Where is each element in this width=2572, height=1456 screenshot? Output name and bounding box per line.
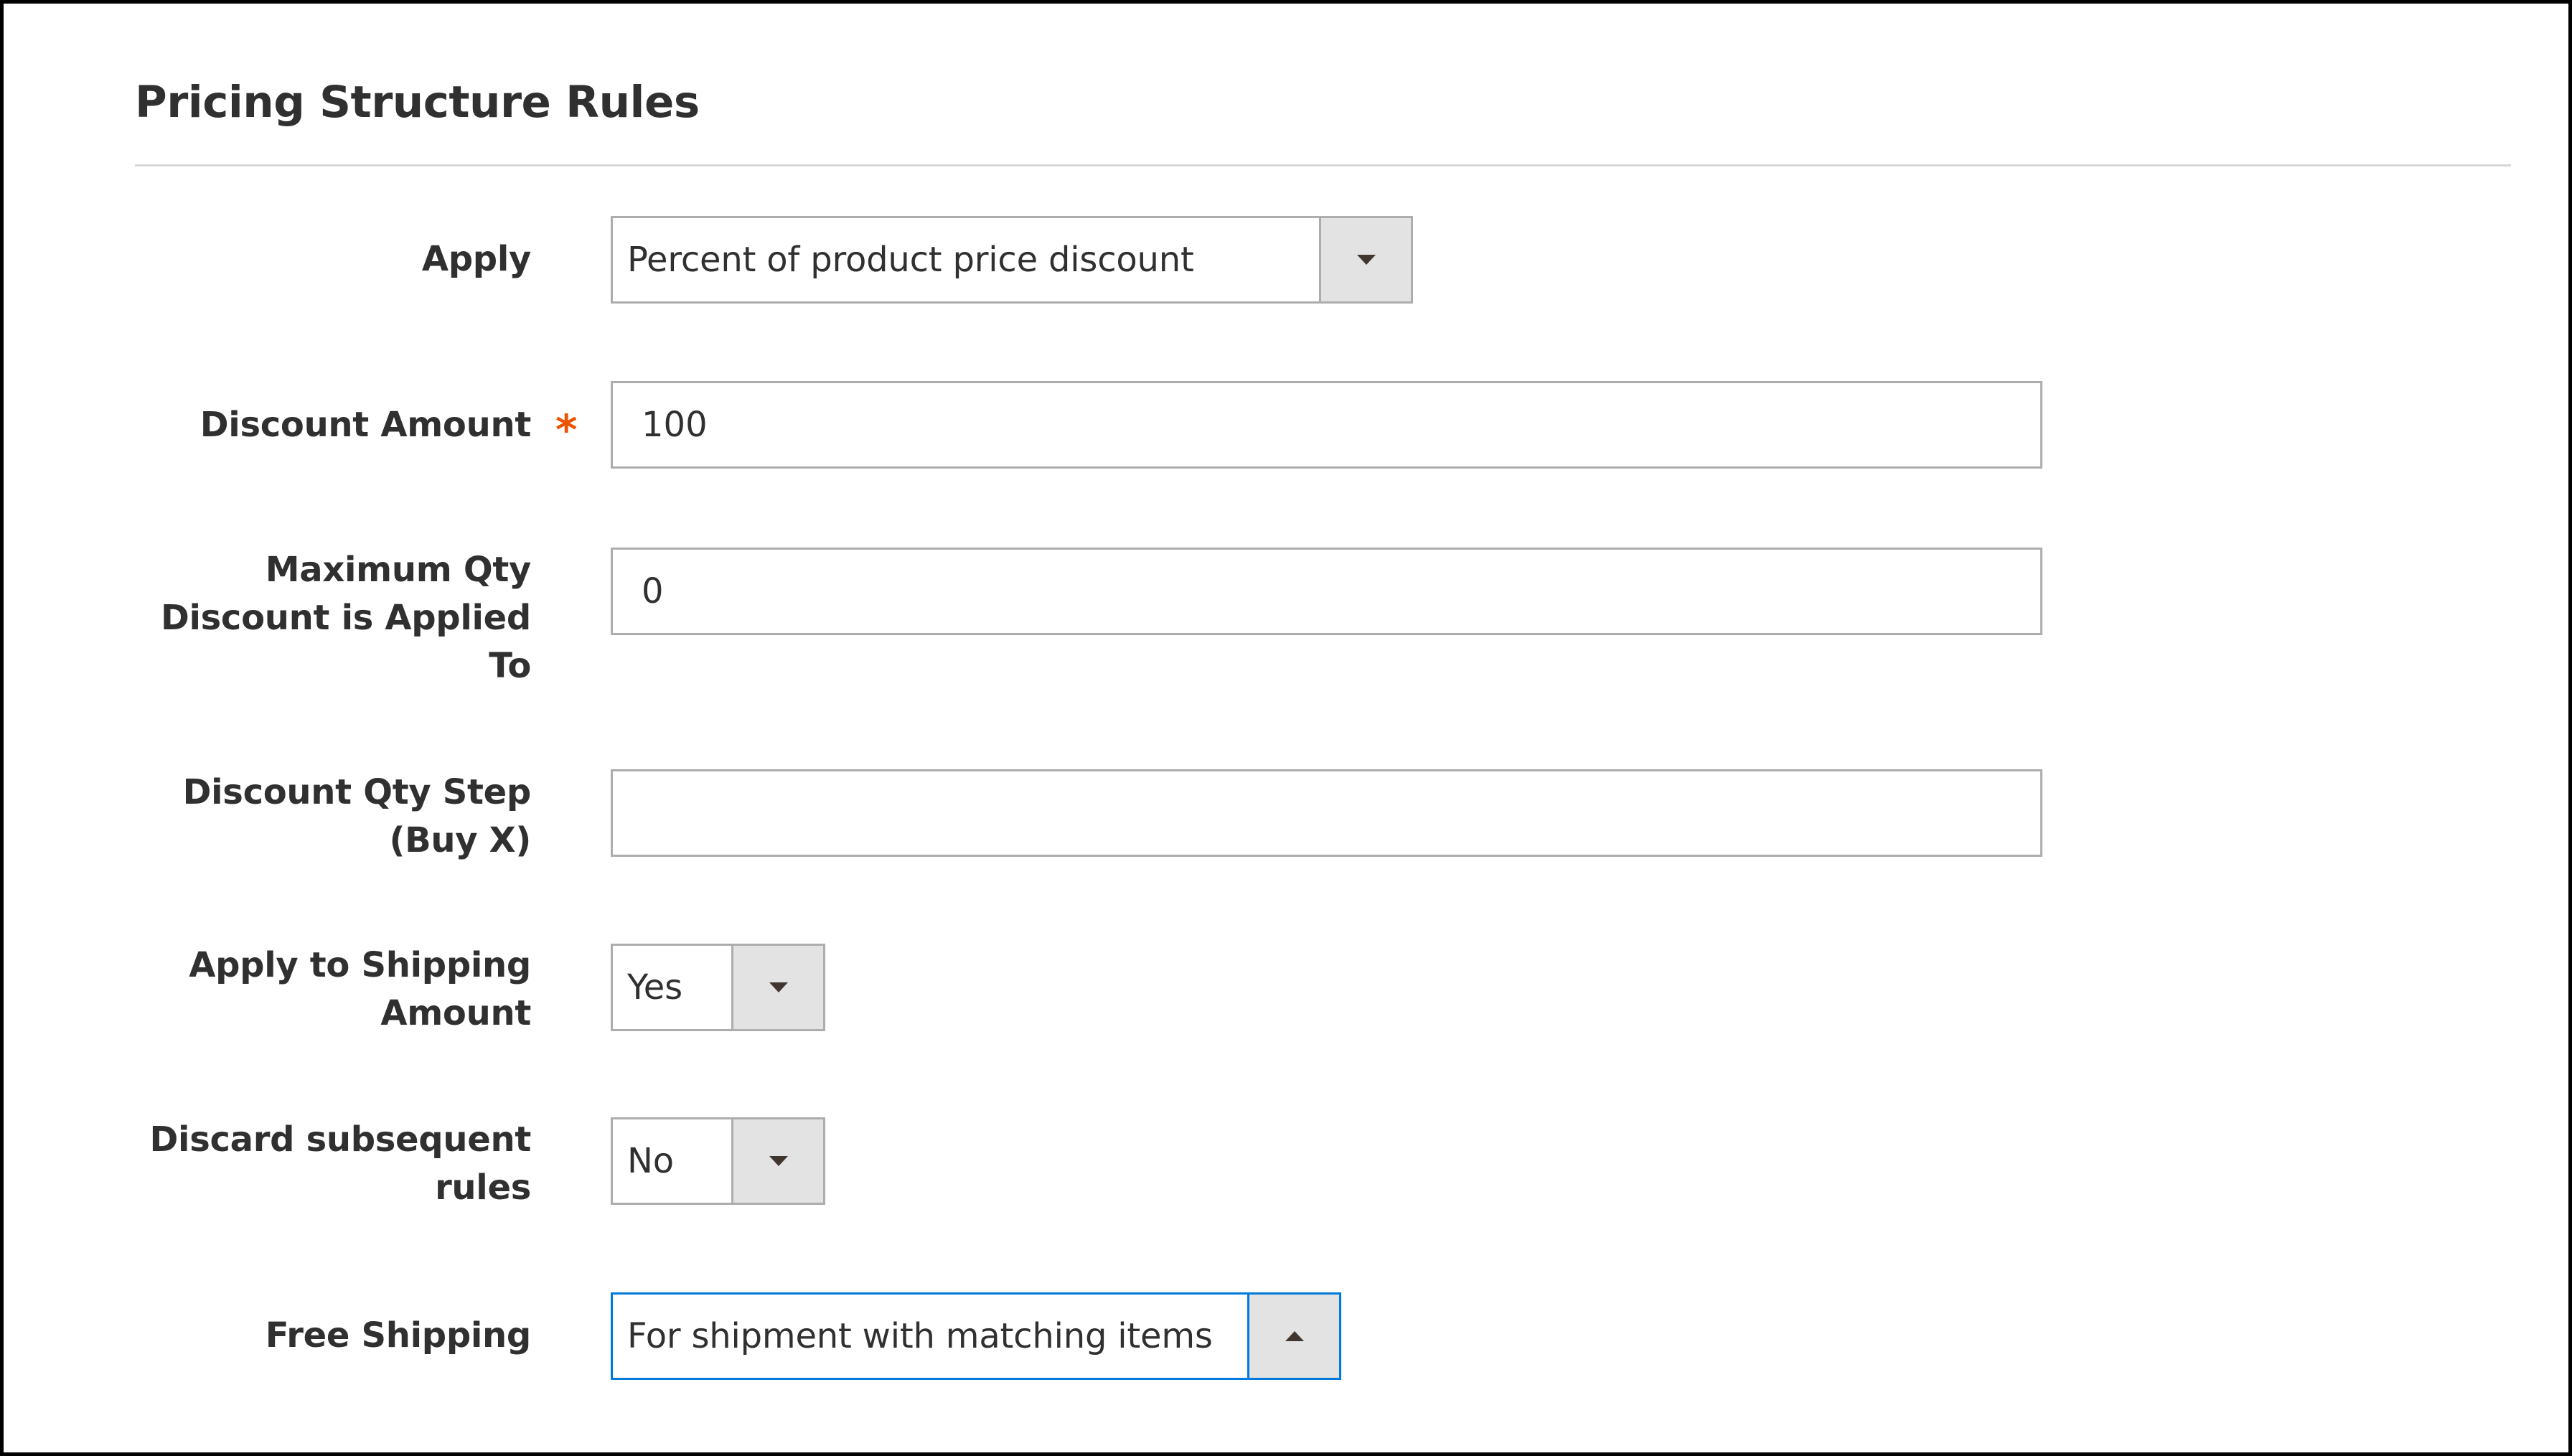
apply-select[interactable]: Percent of product price discount bbox=[611, 216, 1413, 304]
discard-rules-select-value: No bbox=[627, 1141, 674, 1181]
chevron-down-icon bbox=[769, 1156, 788, 1166]
discount-amount-label: Discount Amount bbox=[200, 405, 532, 445]
discard-rules-select[interactable]: No bbox=[611, 1117, 825, 1205]
chevron-down-icon bbox=[1356, 255, 1376, 265]
discard-rules-label-line-1: Discard subsequent bbox=[149, 1119, 532, 1160]
apply-shipping-select-toggle[interactable] bbox=[731, 946, 823, 1029]
discount-step-input[interactable] bbox=[611, 769, 2042, 857]
apply-shipping-label-line-2: Amount bbox=[380, 993, 531, 1033]
section-title: Pricing Structure Rules bbox=[135, 77, 700, 128]
discount-amount-input[interactable] bbox=[611, 381, 2042, 469]
apply-shipping-label: Apply to Shipping Amount bbox=[118, 941, 531, 1038]
free-shipping-label: Free Shipping bbox=[265, 1315, 532, 1356]
max-qty-label-line-2: Discount is Applied bbox=[160, 598, 531, 638]
discount-step-label-line-2: (Buy X) bbox=[389, 820, 531, 860]
chevron-up-icon bbox=[1285, 1331, 1304, 1341]
apply-shipping-select-value: Yes bbox=[627, 967, 682, 1008]
max-qty-label: Maximum Qty Discount is Applied To bbox=[118, 546, 531, 690]
free-shipping-select[interactable]: For shipment with matching items bbox=[611, 1292, 1341, 1380]
free-shipping-select-value: For shipment with matching items bbox=[627, 1316, 1213, 1356]
required-asterisk: * bbox=[555, 405, 578, 454]
discount-step-label: Discount Qty Step (Buy X) bbox=[118, 769, 532, 865]
discard-rules-label-line-2: rules bbox=[435, 1168, 531, 1208]
max-qty-input[interactable] bbox=[611, 548, 2042, 635]
apply-label: Apply bbox=[421, 239, 531, 279]
apply-select-toggle[interactable] bbox=[1319, 218, 1411, 301]
discard-rules-select-toggle[interactable] bbox=[731, 1119, 823, 1203]
discount-step-label-line-1: Discount Qty Step bbox=[182, 772, 532, 812]
chevron-down-icon bbox=[769, 982, 788, 992]
discard-rules-label: Discard subsequent rules bbox=[118, 1116, 532, 1212]
apply-select-value: Percent of product price discount bbox=[627, 240, 1194, 280]
max-qty-label-line-1: Maximum Qty bbox=[265, 550, 532, 590]
max-qty-label-line-3: To bbox=[489, 646, 531, 686]
free-shipping-select-toggle[interactable] bbox=[1247, 1295, 1339, 1378]
section-divider bbox=[135, 164, 2511, 166]
apply-shipping-select[interactable]: Yes bbox=[611, 944, 825, 1031]
apply-shipping-label-line-1: Apply to Shipping bbox=[189, 945, 531, 985]
pricing-structure-rules-panel: Pricing Structure Rules Apply Percent of… bbox=[0, 0, 2572, 1456]
